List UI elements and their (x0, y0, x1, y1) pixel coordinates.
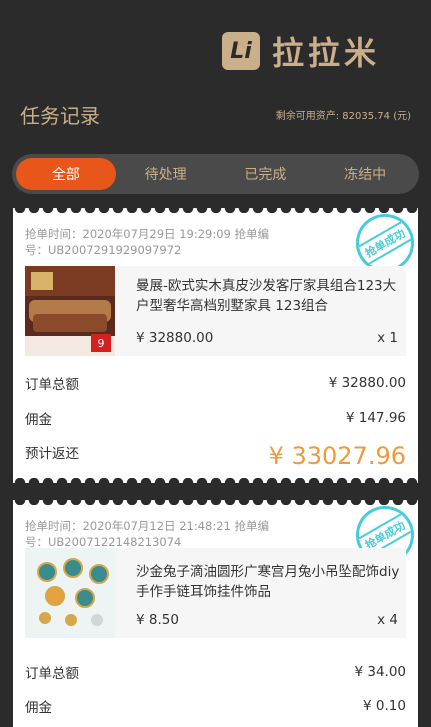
product-price: ¥ 8.50 (136, 612, 179, 628)
commission-row: 佣金 ¥ 147.96 (25, 408, 406, 428)
status-tabs: 全部 待处理 已完成 冻结中 (12, 154, 419, 194)
refund-label: 预计返还 (25, 446, 79, 462)
svg-text:9: 9 (98, 337, 105, 350)
product-quantity: x 1 (377, 330, 398, 346)
app-logo: Li 拉拉米 (222, 28, 380, 74)
tab-completed[interactable]: 已完成 (216, 158, 316, 190)
commission-value: ¥ 147.96 (345, 410, 406, 426)
stamp-text: 抢单成功 (358, 221, 412, 265)
available-balance: 剩余可用资产: 82035.74 (元) (275, 111, 411, 122)
commission-label: 佣金 (25, 700, 52, 716)
order-total-value: ¥ 32880.00 (328, 375, 406, 391)
order-meta: 抢单时间：2020年07月29日 19:29:09 抢单编号：UB2007291… (25, 227, 269, 257)
order-total-label: 订单总额 (25, 666, 79, 682)
product-quantity: x 4 (377, 612, 398, 628)
order-total-row: 订单总额 ¥ 34.00 (25, 662, 406, 682)
tab-pending[interactable]: 待处理 (116, 158, 216, 190)
commission-label: 佣金 (25, 412, 52, 428)
product-item[interactable]: 9 曼展-欧式实木真皮沙发客厅家具组合123大户型奢华高档别墅家具 123组合 … (25, 266, 406, 356)
sofa-product-image: 9 (25, 266, 115, 356)
tab-all[interactable]: 全部 (16, 158, 116, 190)
product-item[interactable]: 沙金兔子滴油圆形广寒宫月兔小吊坠配饰diy手作手链耳饰挂件饰品 ¥ 8.50 x… (25, 548, 406, 638)
order-total-row: 订单总额 ¥ 32880.00 (25, 373, 406, 393)
commission-row: 佣金 ¥ 0.10 (25, 696, 406, 716)
pendant-product-image (25, 548, 115, 638)
product-price: ¥ 32880.00 (136, 330, 214, 346)
order-total-label: 订单总额 (25, 377, 79, 393)
refund-row: 预计返还 ¥ 33027.96 (25, 442, 406, 470)
commission-value: ¥ 0.10 (363, 698, 406, 714)
logo-mark-icon: Li (222, 32, 260, 70)
product-name: 沙金兔子滴油圆形广寒宫月兔小吊坠配饰diy手作手链耳饰挂件饰品 (136, 564, 400, 600)
product-name: 曼展-欧式实木真皮沙发客厅家具组合123大户型奢华高档别墅家具 123组合 (136, 278, 397, 314)
order-card[interactable]: 抢单时间：2020年07月12日 21:48:21 抢单编号：UB2007122… (13, 495, 425, 727)
order-total-value: ¥ 34.00 (354, 664, 406, 680)
refund-value: ¥ 33027.96 (268, 442, 406, 470)
logo-text: 拉拉米 (272, 34, 381, 72)
order-meta: 抢单时间：2020年07月12日 21:48:21 抢单编号：UB2007122… (25, 519, 269, 549)
order-card[interactable]: 抢单时间：2020年07月29日 19:29:09 抢单编号：UB2007291… (13, 203, 425, 488)
page-title: 任务记录 (20, 104, 100, 128)
tab-frozen[interactable]: 冻结中 (315, 158, 415, 190)
